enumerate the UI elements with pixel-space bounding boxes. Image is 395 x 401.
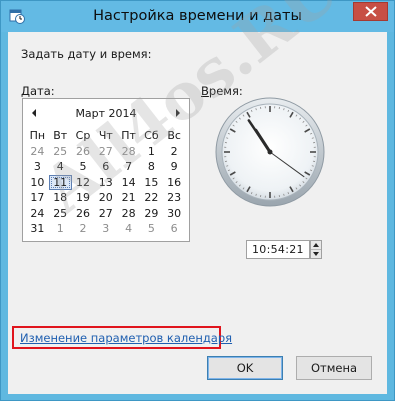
spin-up-button[interactable] [311, 241, 321, 250]
weekday-header: Сб [144, 129, 159, 142]
dialog-body: Задать дату и время: Дата: Время: Март 2… [8, 32, 387, 394]
time-hours[interactable]: 10 [252, 243, 267, 256]
calendar-day[interactable]: 26 [72, 206, 95, 222]
calendar-grid: Пн Вт Ср Чт Пт Сб Вс 24 25 26 27 28 1 2 3 4 5 6 7 8 9 10 11 12 1… [26, 128, 186, 237]
calendar-day[interactable]: 1 [140, 144, 163, 160]
time-seconds[interactable]: 21 [289, 243, 304, 256]
calendar-day[interactable]: 26 [72, 144, 95, 160]
title-bar[interactable]: Настройка времени и даты [1, 1, 394, 32]
calendar-day[interactable]: 3 [94, 221, 117, 237]
calendar-day[interactable]: 24 [26, 144, 49, 160]
weekday-header: Вт [53, 129, 68, 142]
time-field[interactable]: 10:54:21 [246, 240, 310, 259]
calendar-day[interactable]: 16 [163, 175, 186, 191]
calendar-month-title[interactable]: Март 2014 [23, 107, 189, 120]
calendar-day[interactable]: 1 [49, 221, 72, 237]
date-label: Дата: [21, 84, 55, 98]
calendar-day[interactable]: 30 [163, 206, 186, 222]
ok-button[interactable]: OK [207, 356, 283, 380]
change-calendar-settings-link[interactable]: Изменение параметров календаря [20, 331, 232, 345]
calendar-day-selected[interactable]: 11 [48, 174, 72, 190]
calendar-day[interactable]: 20 [94, 190, 117, 206]
calendar-day[interactable]: 17 [26, 190, 49, 206]
weekday-header: Пт [121, 129, 136, 142]
calendar-day[interactable]: 21 [117, 190, 140, 206]
calendar-day[interactable]: 14 [117, 175, 140, 191]
calendar-day[interactable]: 13 [94, 175, 117, 191]
close-icon [365, 6, 377, 17]
calendar-day[interactable]: 27 [94, 206, 117, 222]
calendar-day[interactable]: 7 [117, 159, 140, 175]
time-spinner [310, 240, 322, 259]
link-highlight-box: Изменение параметров календаря [12, 326, 232, 349]
calendar-day[interactable]: 6 [163, 221, 186, 237]
calendar-day[interactable]: 2 [72, 221, 95, 237]
calendar-day[interactable]: 3 [26, 159, 49, 175]
window-title: Настройка времени и даты [93, 8, 302, 24]
calendar-day[interactable]: 31 [26, 221, 49, 237]
calendar[interactable]: Март 2014 Пн Вт Ср Чт Пт Сб Вс 24 25 26 27 28 1 2 3 4 5 6… [22, 98, 190, 242]
calendar-day[interactable]: 19 [72, 190, 95, 206]
calendar-day[interactable]: 9 [163, 159, 186, 175]
weekday-header: Пн [29, 129, 46, 142]
clock-center [267, 149, 273, 155]
calendar-day[interactable]: 25 [49, 144, 72, 160]
arrow-down-icon [313, 252, 319, 256]
calendar-day[interactable]: 22 [140, 190, 163, 206]
analog-clock [215, 97, 325, 207]
spin-down-button[interactable] [311, 250, 321, 259]
weekday-header: Чт [98, 129, 113, 142]
calendar-day[interactable]: 5 [72, 159, 95, 175]
calendar-day[interactable]: 10 [26, 175, 49, 191]
weekday-header: Вс [167, 129, 181, 142]
calendar-day[interactable]: 6 [94, 159, 117, 175]
close-button[interactable] [353, 2, 388, 21]
calendar-day[interactable]: 5 [140, 221, 163, 237]
calendar-day[interactable]: 28 [117, 144, 140, 160]
calendar-day[interactable]: 18 [49, 190, 72, 206]
calendar-day[interactable]: 4 [117, 221, 140, 237]
date-time-dialog: Настройка времени и даты Задать дату и в… [0, 0, 395, 401]
time-minutes[interactable]: 54 [271, 243, 286, 256]
calendar-day[interactable]: 24 [26, 206, 49, 222]
calendar-day[interactable]: 8 [140, 159, 163, 175]
arrow-up-icon [313, 243, 319, 247]
calendar-day[interactable]: 12 [72, 175, 95, 191]
cancel-button[interactable]: Отмена [296, 356, 372, 380]
calendar-day[interactable]: 28 [117, 206, 140, 222]
calendar-day[interactable]: 25 [49, 206, 72, 222]
calendar-day[interactable]: 2 [163, 144, 186, 160]
prompt-text: Задать дату и время: [21, 47, 152, 61]
triangle-right-icon[interactable] [174, 108, 182, 118]
calendar-day[interactable]: 4 [49, 159, 72, 175]
weekday-header: Ср [75, 129, 91, 142]
calendar-day[interactable]: 23 [163, 190, 186, 206]
calendar-day[interactable]: 27 [94, 144, 117, 160]
calendar-day[interactable]: 15 [140, 175, 163, 191]
calendar-day[interactable]: 29 [140, 206, 163, 222]
